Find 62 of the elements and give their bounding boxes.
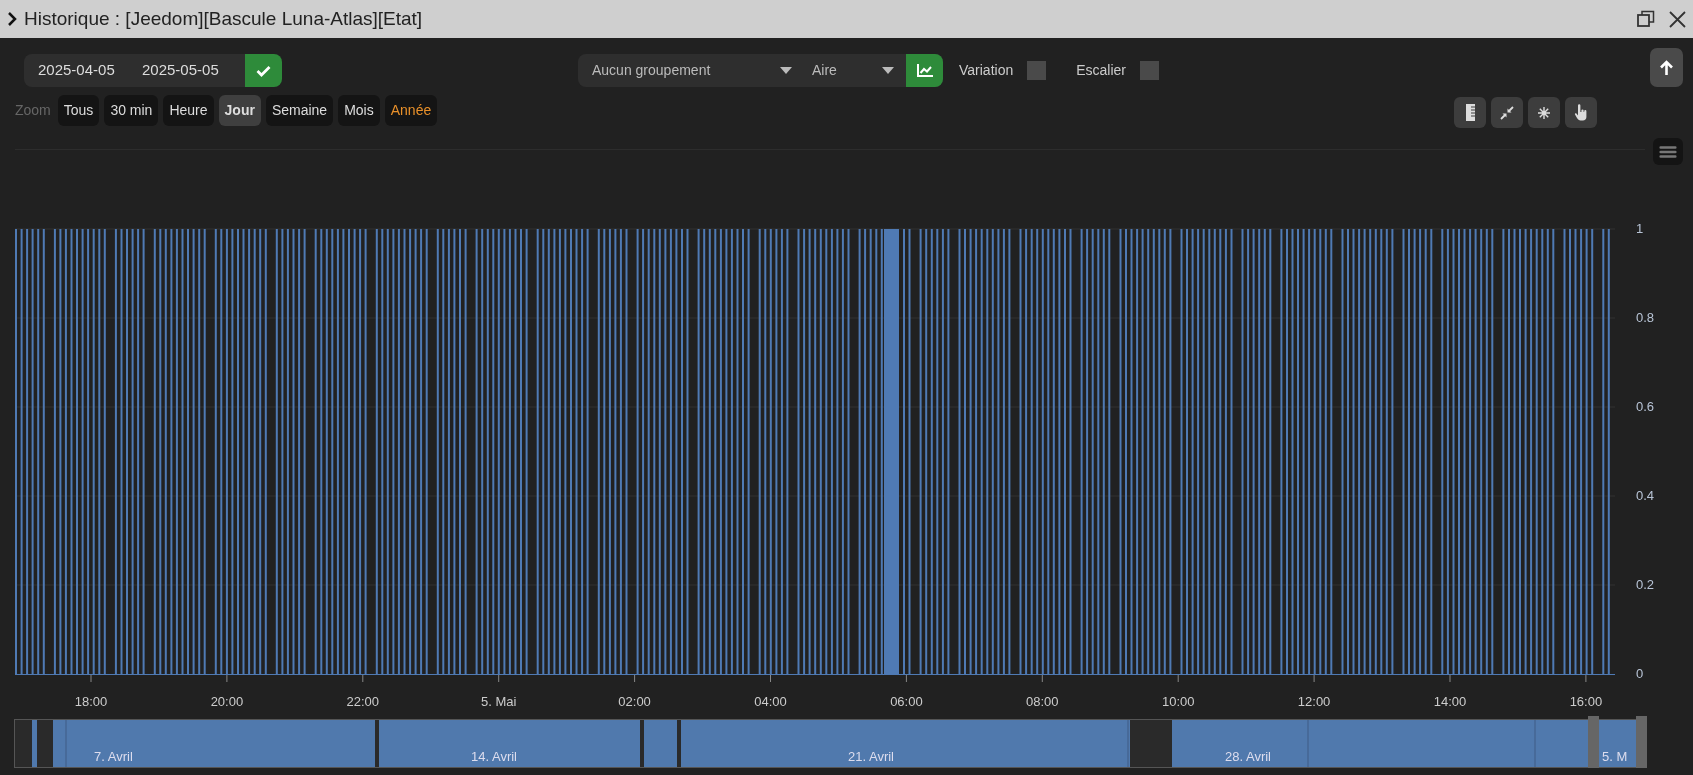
zoom-button[interactable]: Mois	[338, 95, 380, 126]
zoom-button[interactable]: Jour	[218, 95, 261, 126]
hand-pointer-button[interactable]	[1565, 97, 1597, 128]
x-axis-label: 12:00	[1297, 694, 1331, 709]
start-date-field[interactable]: 2025-04-05	[24, 54, 128, 87]
y-axis-label: 1	[1636, 221, 1644, 236]
x-axis-label: 06:00	[890, 694, 923, 709]
option-checkbox[interactable]	[1027, 61, 1047, 80]
up-arrow-icon	[1660, 60, 1673, 75]
navigator-label: 7. Avril	[94, 749, 133, 764]
x-axis-label: 20:00	[210, 694, 244, 709]
x-axis-label: 22:00	[346, 694, 380, 709]
check-icon	[256, 64, 271, 77]
x-axis-label: 18:00	[74, 694, 108, 709]
x-axis-label: 5. Mai	[481, 694, 517, 709]
zoom-label: Zoom	[15, 101, 51, 120]
y-axis-label: 0	[1636, 666, 1644, 681]
zoom-button[interactable]: Semaine	[265, 95, 334, 126]
navigator-label: 21. Avril	[848, 749, 894, 764]
chart-button[interactable]	[906, 54, 943, 87]
chart-type-select[interactable]: Aire	[804, 54, 906, 87]
navigator-drawing[interactable]	[14, 716, 1647, 768]
zoom-button[interactable]: Heure	[163, 95, 214, 126]
restore-icon[interactable]	[1637, 10, 1655, 28]
zoom-button[interactable]: 30 min	[104, 95, 159, 126]
navigator-label: 5. M	[1602, 749, 1628, 764]
zoom-button[interactable]: Tous	[57, 95, 100, 126]
menu-icon	[1659, 143, 1677, 160]
option-label: Variation	[959, 61, 1014, 80]
ruler-icon	[1465, 104, 1475, 121]
x-axis-label: 14:00	[1433, 694, 1467, 709]
option-label: Escalier	[1076, 61, 1126, 80]
navigator-label: 28. Avril	[1225, 749, 1271, 764]
y-axis-label: 0.2	[1636, 577, 1655, 592]
close-icon[interactable]	[1669, 10, 1686, 28]
hand-pointer-icon	[1574, 104, 1588, 121]
compress-icon	[1500, 105, 1514, 120]
option-checkbox[interactable]	[1140, 61, 1159, 80]
x-axis-label: 08:00	[1026, 694, 1059, 709]
y-axis-label: 0.8	[1636, 310, 1655, 325]
x-axis-label: 04:00	[754, 694, 787, 709]
chevron-icon[interactable]	[7, 12, 17, 26]
end-date-field[interactable]: 2025-05-05	[128, 54, 245, 87]
y-axis-label: 0.6	[1636, 399, 1655, 414]
apply-button[interactable]	[245, 54, 282, 87]
asterisk-button[interactable]	[1528, 97, 1560, 128]
grouping-select[interactable]: Aucun groupement	[578, 54, 804, 87]
navigator-label: 14. Avril	[471, 749, 517, 764]
scroll-up-button[interactable]	[1650, 48, 1683, 87]
zoom-button[interactable]: Année	[384, 95, 438, 126]
asterisk-icon	[1536, 104, 1552, 121]
x-axis-label: 16:00	[1569, 694, 1603, 709]
window-title: Historique : [Jeedom][Bascule Luna-Atlas][Etat]	[24, 6, 423, 31]
compress-button[interactable]	[1491, 97, 1523, 128]
x-axis-label: 10:00	[1161, 694, 1195, 709]
menu-button[interactable]	[1653, 138, 1683, 165]
y-axis-label: 0.4	[1636, 488, 1655, 503]
ruler-button[interactable]	[1454, 97, 1486, 128]
caret-icon	[780, 67, 792, 74]
x-axis-label: 02:00	[618, 694, 651, 709]
line-chart-icon	[916, 64, 933, 77]
caret-icon	[882, 67, 894, 74]
